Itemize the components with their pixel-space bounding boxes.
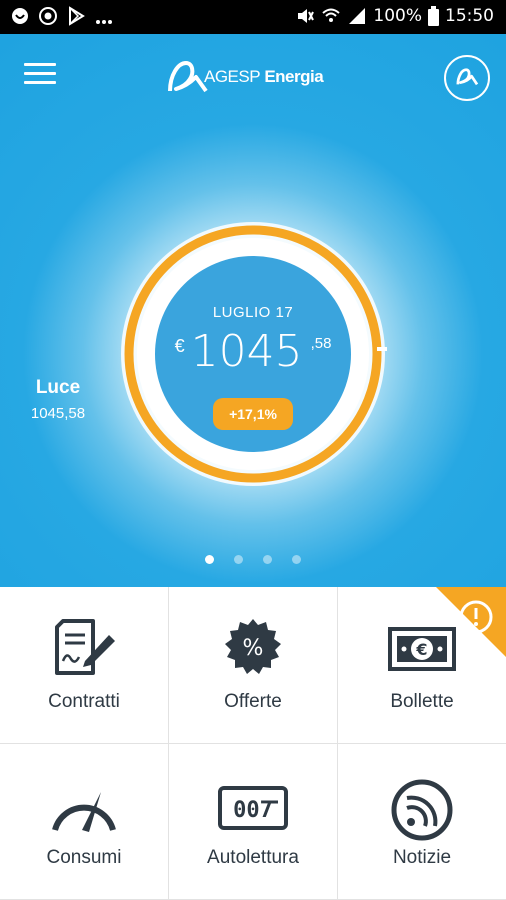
tile-label: Contratti	[48, 691, 120, 712]
amount-value: €1045 ,58	[155, 326, 351, 377]
speedometer-icon	[52, 792, 116, 832]
battery-percent: 100%	[373, 6, 422, 26]
tile-offerte[interactable]: % Offerte	[169, 587, 338, 744]
side-value: 1045,58	[30, 405, 86, 422]
rss-icon	[391, 779, 453, 841]
consumption-hero[interactable]: AGESP Energia LUGLIO 17 €1045,58 +17,1% …	[0, 34, 506, 587]
brand-mark-icon[interactable]	[444, 55, 490, 101]
status-bar: 100% 15:50	[0, 0, 506, 34]
tile-label: Notizie	[392, 847, 452, 868]
svg-text:007: 007	[233, 798, 273, 823]
change-badge: +17,1%	[213, 398, 293, 430]
tile-bollette[interactable]: € Bollette	[338, 587, 506, 744]
page-dot[interactable]	[263, 555, 272, 564]
amount-decimal: ,58	[310, 335, 332, 352]
tile-autolettura[interactable]: 007 Autolettura	[169, 744, 338, 900]
tile-label: Consumi	[46, 847, 122, 868]
period-label: LUGLIO 17	[212, 304, 294, 321]
page-dot[interactable]	[234, 555, 243, 564]
tile-contratti[interactable]: Contratti	[0, 587, 169, 744]
currency-symbol: €	[174, 336, 185, 356]
contract-icon	[55, 619, 115, 675]
notification-icons	[10, 6, 114, 26]
clock: 15:50	[445, 6, 494, 26]
camera-icon	[39, 7, 57, 25]
percent-badge-icon: %	[225, 619, 281, 674]
more-icon	[96, 20, 112, 24]
tile-label: Offerte	[224, 691, 282, 712]
logo-text-main: AGESP	[204, 67, 261, 86]
play-store-icon	[69, 6, 85, 26]
logo-text-sub: Energia	[264, 67, 324, 86]
luce-summary: Luce 1045,58	[26, 377, 90, 422]
svg-text:%: %	[243, 636, 264, 661]
euro-banknote-icon: €	[388, 627, 456, 671]
tile-label: Bollette	[390, 691, 454, 712]
amount-integer: 1045	[190, 326, 303, 377]
tile-notizie[interactable]: Notizie	[338, 744, 506, 900]
tile-consumi[interactable]: Consumi	[0, 744, 169, 900]
hamburger-icon[interactable]	[24, 63, 56, 89]
signal-icon	[349, 8, 366, 24]
page-dot[interactable]	[205, 555, 214, 564]
ring-icon	[12, 8, 28, 24]
mute-icon	[298, 9, 315, 23]
page-dot[interactable]	[292, 555, 301, 564]
system-indicators: 100% 15:50	[295, 6, 494, 26]
page-indicator	[0, 555, 506, 564]
brand-logo: AGESP Energia	[166, 54, 346, 100]
tile-label: Autolettura	[207, 847, 299, 868]
side-title: Luce	[35, 377, 81, 398]
meter-reading-icon: 007	[218, 786, 288, 830]
svg-text:€: €	[415, 640, 427, 659]
menu-grid: Contratti % Offerte € Bollette Consumi 0…	[0, 587, 506, 900]
amount-panel: LUGLIO 17 €1045 ,58 +17,1%	[155, 256, 351, 452]
battery-icon	[428, 6, 439, 26]
wifi-icon	[322, 8, 341, 22]
